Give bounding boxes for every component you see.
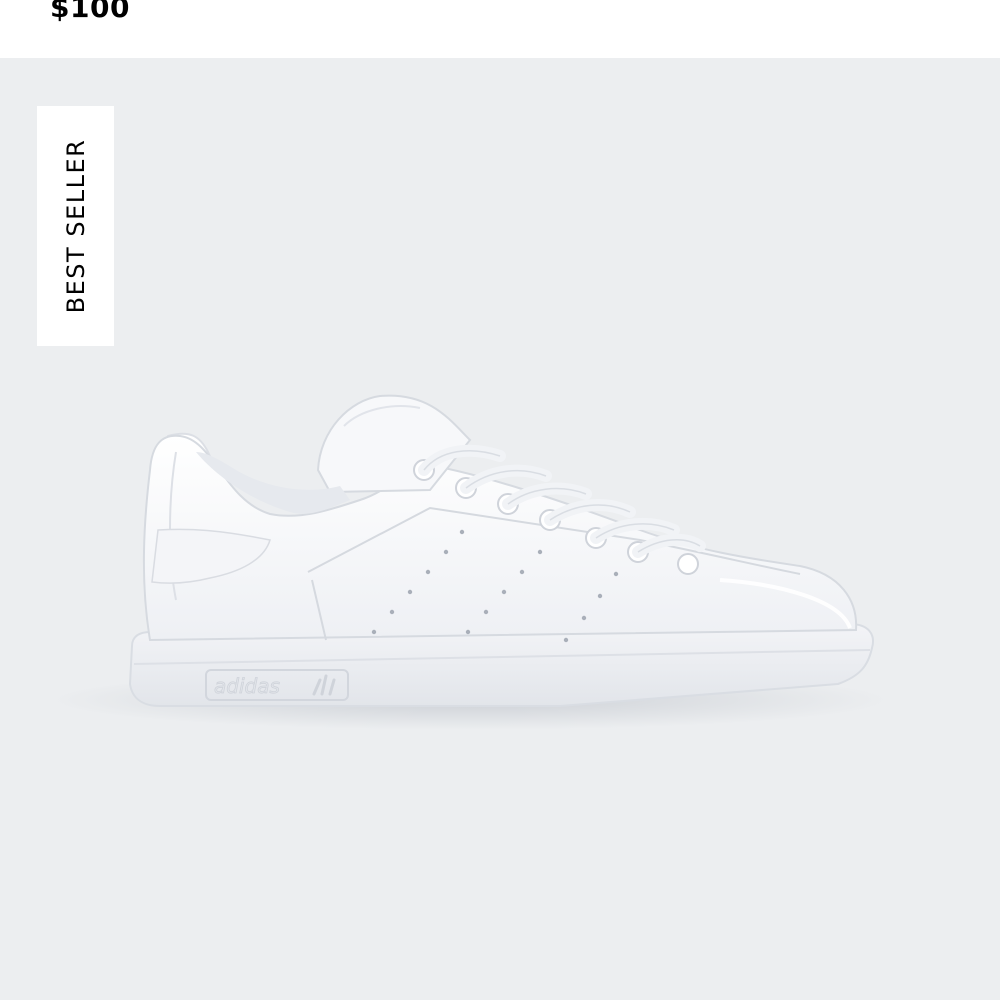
sole-brand-emboss: adidas: [214, 674, 280, 698]
product-header: $100: [0, 0, 1000, 58]
product-price: $100: [50, 0, 130, 24]
product-image-area[interactable]: adidas BEST SELLER: [0, 58, 1000, 1000]
best-seller-label: BEST SELLER: [61, 138, 90, 314]
sneaker-image: adidas: [50, 394, 890, 730]
best-seller-badge: BEST SELLER: [37, 106, 114, 346]
